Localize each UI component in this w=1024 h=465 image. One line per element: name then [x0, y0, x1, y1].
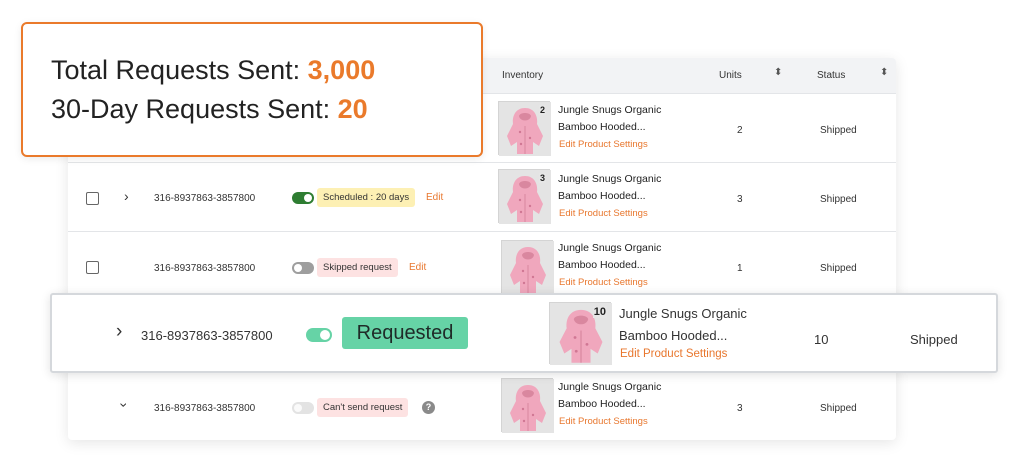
request-status-badge: Requested — [342, 317, 468, 349]
edit-product-settings-link[interactable]: Edit Product Settings — [559, 277, 648, 288]
edit-product-settings-link[interactable]: Edit Product Settings — [559, 416, 648, 427]
status-value: Shipped — [820, 125, 857, 136]
sort-icon[interactable]: ⬍ — [880, 67, 888, 78]
chevron-down-icon[interactable]: › — [116, 403, 132, 408]
product-name-line2: Bamboo Hooded... — [558, 190, 646, 202]
request-toggle — [292, 402, 314, 414]
product-thumbnail[interactable]: 10 — [549, 302, 611, 364]
product-name-line2: Bamboo Hooded... — [619, 328, 728, 343]
total-requests-value: 3,000 — [307, 55, 376, 85]
table-row[interactable]: › 316-8937863-3857800 Can't send request… — [68, 371, 896, 440]
request-status-badge: Can't send request — [317, 398, 409, 417]
quantity-badge: 2 — [538, 105, 546, 115]
request-toggle[interactable] — [292, 192, 314, 204]
quantity-badge: 10 — [592, 306, 607, 318]
chevron-right-icon[interactable]: › — [124, 188, 129, 204]
table-row[interactable]: › 316-8937863-3857800 Scheduled : 20 day… — [68, 163, 896, 232]
product-name-line1: Jungle Snugs Organic — [619, 306, 747, 321]
quantity-badge: 3 — [538, 173, 546, 183]
row-checkbox[interactable] — [86, 192, 99, 205]
product-name-line2: Bamboo Hooded... — [558, 121, 646, 133]
product-thumbnail[interactable]: 2 — [498, 101, 550, 155]
units-value: 10 — [814, 332, 829, 347]
product-name-line1: Jungle Snugs Organic — [558, 381, 662, 393]
header-units[interactable]: Units — [719, 70, 742, 81]
product-thumbnail[interactable] — [501, 378, 553, 432]
header-status[interactable]: Status — [817, 70, 845, 81]
product-thumbnail[interactable]: 3 — [498, 169, 550, 223]
total-requests-label: Total Requests Sent: — [51, 55, 308, 85]
edit-product-settings-link[interactable]: Edit Product Settings — [559, 208, 648, 219]
order-id[interactable]: 316-8937863-3857800 — [141, 328, 273, 343]
edit-request-link[interactable]: Edit — [409, 262, 426, 273]
order-id[interactable]: 316-8937863-3857800 — [154, 193, 255, 204]
product-name-line1: Jungle Snugs Organic — [558, 242, 662, 254]
product-thumbnail[interactable] — [501, 240, 553, 294]
total-requests-stat: Total Requests Sent: 3,000 — [51, 55, 375, 86]
request-status-badge: Scheduled : 20 days — [317, 188, 416, 207]
request-status-badge: Skipped request — [317, 258, 398, 277]
thirty-day-requests-value: 20 — [337, 94, 368, 124]
status-value: Shipped — [910, 332, 958, 347]
units-value: 2 — [737, 125, 743, 136]
units-value: 3 — [737, 403, 743, 414]
thirty-day-requests-label: 30-Day Requests Sent: — [51, 94, 338, 124]
product-name-line1: Jungle Snugs Organic — [558, 173, 662, 185]
edit-request-link[interactable]: Edit — [426, 192, 443, 203]
request-toggle[interactable] — [306, 328, 332, 342]
product-name-line1: Jungle Snugs Organic — [558, 104, 662, 116]
header-inventory: Inventory — [502, 70, 544, 81]
order-id[interactable]: 316-8937863-3857800 — [154, 263, 255, 274]
product-name-line2: Bamboo Hooded... — [558, 259, 646, 271]
highlighted-requested-row[interactable]: › 316-8937863-3857800 Requested 10 Jungl… — [50, 293, 998, 373]
request-stats-card: Total Requests Sent: 3,000 30-Day Reques… — [21, 22, 483, 157]
order-id[interactable]: 316-8937863-3857800 — [154, 403, 255, 414]
product-name-line2: Bamboo Hooded... — [558, 398, 646, 410]
units-value: 3 — [737, 194, 743, 205]
sort-icon[interactable]: ⬍ — [774, 67, 782, 78]
help-icon[interactable]: ? — [422, 401, 435, 414]
status-value: Shipped — [820, 263, 857, 274]
status-value: Shipped — [820, 403, 857, 414]
row-checkbox[interactable] — [86, 261, 99, 274]
edit-product-settings-link[interactable]: Edit Product Settings — [559, 139, 648, 150]
units-value: 1 — [737, 263, 743, 274]
status-value: Shipped — [820, 194, 857, 205]
thirty-day-requests-stat: 30-Day Requests Sent: 20 — [51, 94, 368, 125]
edit-product-settings-link[interactable]: Edit Product Settings — [620, 348, 727, 360]
request-toggle[interactable] — [292, 262, 314, 274]
table-row[interactable]: 316-8937863-3857800 Skipped request Edit… — [68, 232, 896, 302]
chevron-right-icon[interactable]: › — [116, 321, 122, 343]
